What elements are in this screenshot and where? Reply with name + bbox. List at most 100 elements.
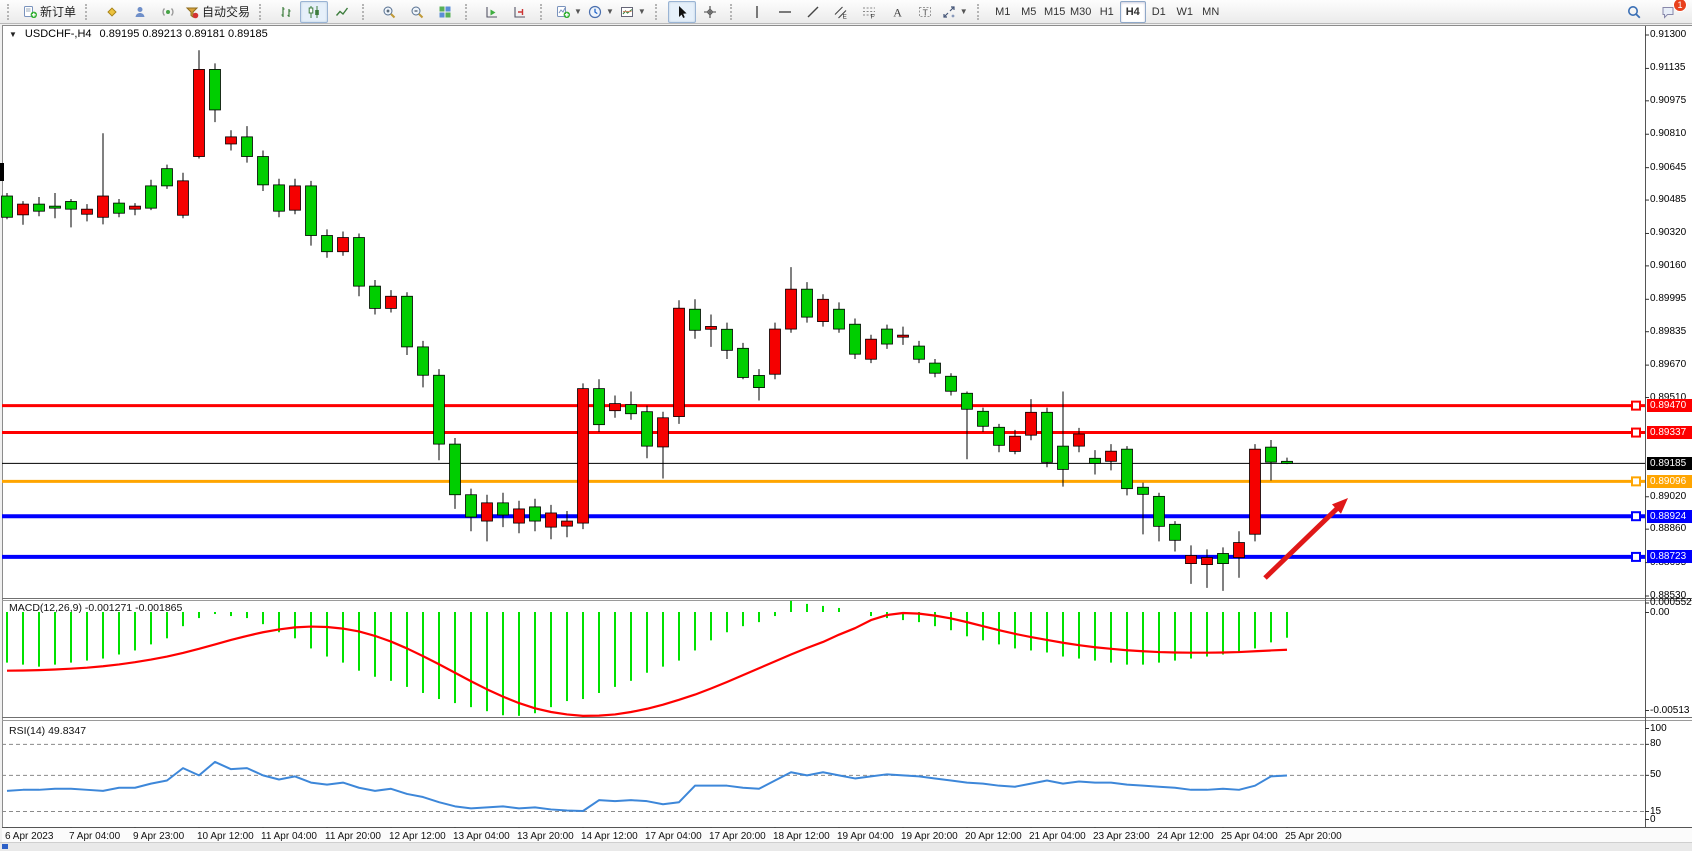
cursor-button[interactable] <box>668 1 696 23</box>
rsi-tick-label: 100 <box>1650 723 1667 734</box>
svg-text:F: F <box>870 13 874 19</box>
tf-h4[interactable]: H4 <box>1120 1 1146 23</box>
time-tick-label: 17 Apr 20:00 <box>709 831 766 842</box>
text-label-button[interactable]: T <box>911 1 939 23</box>
price-tick-label: 0.90645 <box>1650 162 1686 173</box>
tf-m15[interactable]: M15 <box>1042 1 1068 23</box>
time-tick-label: 7 Apr 04:00 <box>69 831 120 842</box>
macd-label: MACD(12,26,9) -0.001271 -0.001865 <box>9 602 182 614</box>
fibonacci-button[interactable]: F <box>855 1 883 23</box>
chart-shift-icon <box>513 5 527 19</box>
chevron-down-icon: ▼ <box>638 7 646 16</box>
zoom-in-button[interactable] <box>375 1 403 23</box>
toolbar-group-chart-types <box>269 1 359 23</box>
indicators-button[interactable]: ▼ <box>553 1 585 23</box>
toolbar-grip <box>465 4 472 20</box>
toolbar-grip <box>730 4 737 20</box>
fibonacci-icon: F <box>862 5 876 19</box>
line-chart-icon <box>335 5 349 19</box>
current-price-line-price-label: 0.89185 <box>1647 457 1692 470</box>
zoom-out-button[interactable] <box>403 1 431 23</box>
text-label-icon: T <box>918 5 932 19</box>
time-tick-label: 11 Apr 04:00 <box>261 831 317 842</box>
crosshair-button[interactable] <box>696 1 724 23</box>
rsi-tick-label: 50 <box>1650 769 1661 780</box>
svg-text:T: T <box>922 7 927 17</box>
tf-m30[interactable]: M30 <box>1068 1 1094 23</box>
periods-button[interactable]: ▼ <box>585 1 617 23</box>
tf-w1[interactable]: W1 <box>1172 1 1198 23</box>
time-tick-label: 19 Apr 20:00 <box>901 831 958 842</box>
rsi-label: RSI(14) 49.8347 <box>9 725 86 737</box>
equidistant-channel-button[interactable]: E <box>827 1 855 23</box>
price-tick-label: 0.90320 <box>1650 227 1686 238</box>
crosshair-icon <box>703 5 717 19</box>
tf-m1[interactable]: M1 <box>990 1 1016 23</box>
toolbar-group-pointer <box>665 1 727 23</box>
text-button[interactable]: A <box>883 1 911 23</box>
templates-button[interactable]: ▼ <box>617 1 649 23</box>
zoom-out-icon <box>410 5 424 19</box>
toolbar-group-objects: E F A T ▼ <box>740 1 974 23</box>
support-line-1-price-label: 0.88924 <box>1647 510 1692 523</box>
time-tick-label: 17 Apr 04:00 <box>645 831 702 842</box>
search-icon <box>1627 5 1641 19</box>
auto-scroll-button[interactable] <box>478 1 506 23</box>
tf-h1[interactable]: H1 <box>1094 1 1120 23</box>
svg-text:E: E <box>842 13 847 19</box>
pivot-line-price-label: 0.89096 <box>1647 475 1692 488</box>
price-tick-label: 0.91300 <box>1650 29 1686 40</box>
zoom-in-icon <box>382 5 396 19</box>
chart-window <box>2 25 1692 850</box>
toolbar-grip <box>655 4 662 20</box>
market-watch-icon <box>105 5 119 19</box>
time-tick-label: 10 Apr 12:00 <box>197 831 254 842</box>
time-tick-label: 24 Apr 12:00 <box>1157 831 1214 842</box>
toolbar-grip <box>259 4 266 20</box>
tf-mn[interactable]: MN <box>1198 1 1224 23</box>
toolbar-group-timeframes: M1M5M15M30H1H4D1W1MN <box>987 1 1227 23</box>
line-chart-button[interactable] <box>328 1 356 23</box>
chart-shift-button[interactable] <box>506 1 534 23</box>
terminal-button[interactable] <box>126 1 154 23</box>
tf-d1[interactable]: D1 <box>1146 1 1172 23</box>
new-order-button[interactable]: 新订单 <box>20 1 79 23</box>
chevron-down-icon: ▼ <box>606 7 614 16</box>
autotrading-button[interactable]: 自动交易 <box>182 1 253 23</box>
time-tick-label: 6 Apr 2023 <box>5 831 53 842</box>
notifications-button[interactable]: 1 <box>1654 1 1682 23</box>
time-tick-label: 13 Apr 04:00 <box>453 831 510 842</box>
search-button[interactable] <box>1620 1 1648 23</box>
symbol-dropdown-icon[interactable]: ▼ <box>9 30 17 39</box>
time-tick-label: 12 Apr 12:00 <box>389 831 446 842</box>
bar-chart-icon <box>279 5 293 19</box>
signals-icon <box>161 5 175 19</box>
market-watch-button[interactable] <box>98 1 126 23</box>
signals-button[interactable] <box>154 1 182 23</box>
vertical-line-button[interactable] <box>743 1 771 23</box>
time-tick-label: 18 Apr 12:00 <box>773 831 830 842</box>
autotrading-button-label: 自动交易 <box>202 3 250 20</box>
price-tick-label: 0.89670 <box>1650 359 1686 370</box>
price-tick-label: 0.89835 <box>1650 326 1686 337</box>
bar-chart-button[interactable] <box>272 1 300 23</box>
toolbar-right: 1 <box>1620 1 1688 23</box>
price-tick-label: 0.90975 <box>1650 95 1686 106</box>
resistance-line-1-price-label: 0.89470 <box>1647 399 1692 412</box>
time-tick-label: 19 Apr 04:00 <box>837 831 894 842</box>
ohlc-values: 0.89195 0.89213 0.89181 0.89185 <box>100 28 268 40</box>
horizontal-line-button[interactable] <box>771 1 799 23</box>
chart-title: ▼ USDCHF-,H4 0.89195 0.89213 0.89181 0.8… <box>9 28 268 40</box>
candlestick-button[interactable] <box>300 1 328 23</box>
tf-m5[interactable]: M5 <box>1016 1 1042 23</box>
support-line-2-price-label: 0.88723 <box>1647 550 1692 563</box>
connection-status-icon <box>2 844 8 849</box>
arrows-button[interactable]: ▼ <box>939 1 971 23</box>
price-tick-label: 0.91135 <box>1650 62 1685 73</box>
trendline-button[interactable] <box>799 1 827 23</box>
cursor-icon <box>675 5 689 19</box>
tile-windows-button[interactable] <box>431 1 459 23</box>
text-icon: A <box>890 5 904 19</box>
time-tick-label: 9 Apr 23:00 <box>133 831 184 842</box>
price-tick-label: 0.90160 <box>1650 260 1686 271</box>
